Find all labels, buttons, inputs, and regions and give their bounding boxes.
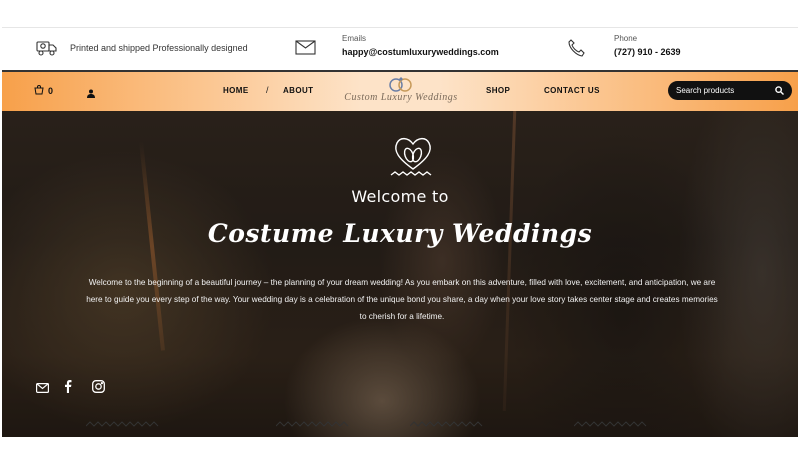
cart-count: 0 xyxy=(48,86,54,96)
nav-shop[interactable]: SHOP xyxy=(486,86,510,95)
zigzag-divider-icon xyxy=(574,421,647,427)
hero-banner: Welcome to Costume Luxury Weddings Welco… xyxy=(2,111,798,437)
search-icon[interactable] xyxy=(775,82,784,100)
search-bar xyxy=(668,81,792,100)
hero-welcome: Welcome to xyxy=(351,187,449,206)
main-nav: 0 HOME / ABOUT Custom Luxury Weddings SH… xyxy=(2,70,798,111)
cart-button[interactable]: 0 xyxy=(34,85,53,97)
phone-link[interactable]: (727) 910 - 2639 xyxy=(614,47,681,57)
instagram-icon[interactable] xyxy=(92,380,106,394)
top-info-bar: Printed and shipped Professionally desig… xyxy=(2,27,798,70)
account-button[interactable] xyxy=(87,85,95,103)
nav-contact[interactable]: CONTACT US xyxy=(544,86,600,95)
search-input[interactable] xyxy=(676,86,772,95)
phone-label: Phone xyxy=(614,34,638,43)
envelope-icon xyxy=(295,40,316,55)
user-icon xyxy=(87,85,95,102)
social-links xyxy=(36,380,106,394)
email-block: Emails happy@costumluxuryweddings.com xyxy=(342,34,499,57)
zigzag-divider-icon xyxy=(276,421,349,427)
shipping-tagline: Printed and shipped Professionally desig… xyxy=(70,43,248,53)
shipping-info: Printed and shipped Professionally desig… xyxy=(36,39,248,57)
page: Printed and shipped Professionally desig… xyxy=(2,27,798,437)
cart-icon xyxy=(34,85,44,97)
logo-text: Custom Luxury Weddings xyxy=(344,92,458,103)
envelope-icon[interactable] xyxy=(36,380,50,394)
phone-block: Phone (727) 910 - 2639 xyxy=(614,34,681,57)
phone-icon xyxy=(568,39,585,57)
hero-paragraph: Welcome to the beginning of a beautiful … xyxy=(86,278,718,321)
site-logo[interactable]: Custom Luxury Weddings xyxy=(330,76,472,108)
hero-title: Costume Luxury Weddings xyxy=(207,219,593,248)
phone-info xyxy=(568,39,585,57)
rings-heart-icon xyxy=(385,135,441,184)
nav-separator: / xyxy=(266,85,269,95)
email-link[interactable]: happy@costumluxuryweddings.com xyxy=(342,47,499,57)
email-info xyxy=(295,40,342,55)
nav-about[interactable]: ABOUT xyxy=(283,86,313,95)
nav-home[interactable]: HOME xyxy=(223,86,249,95)
truck-icon xyxy=(36,39,58,57)
facebook-icon[interactable] xyxy=(64,380,78,394)
zigzag-divider-icon xyxy=(86,421,159,427)
email-label: Emails xyxy=(342,34,367,43)
zigzag-divider-icon xyxy=(410,421,483,427)
